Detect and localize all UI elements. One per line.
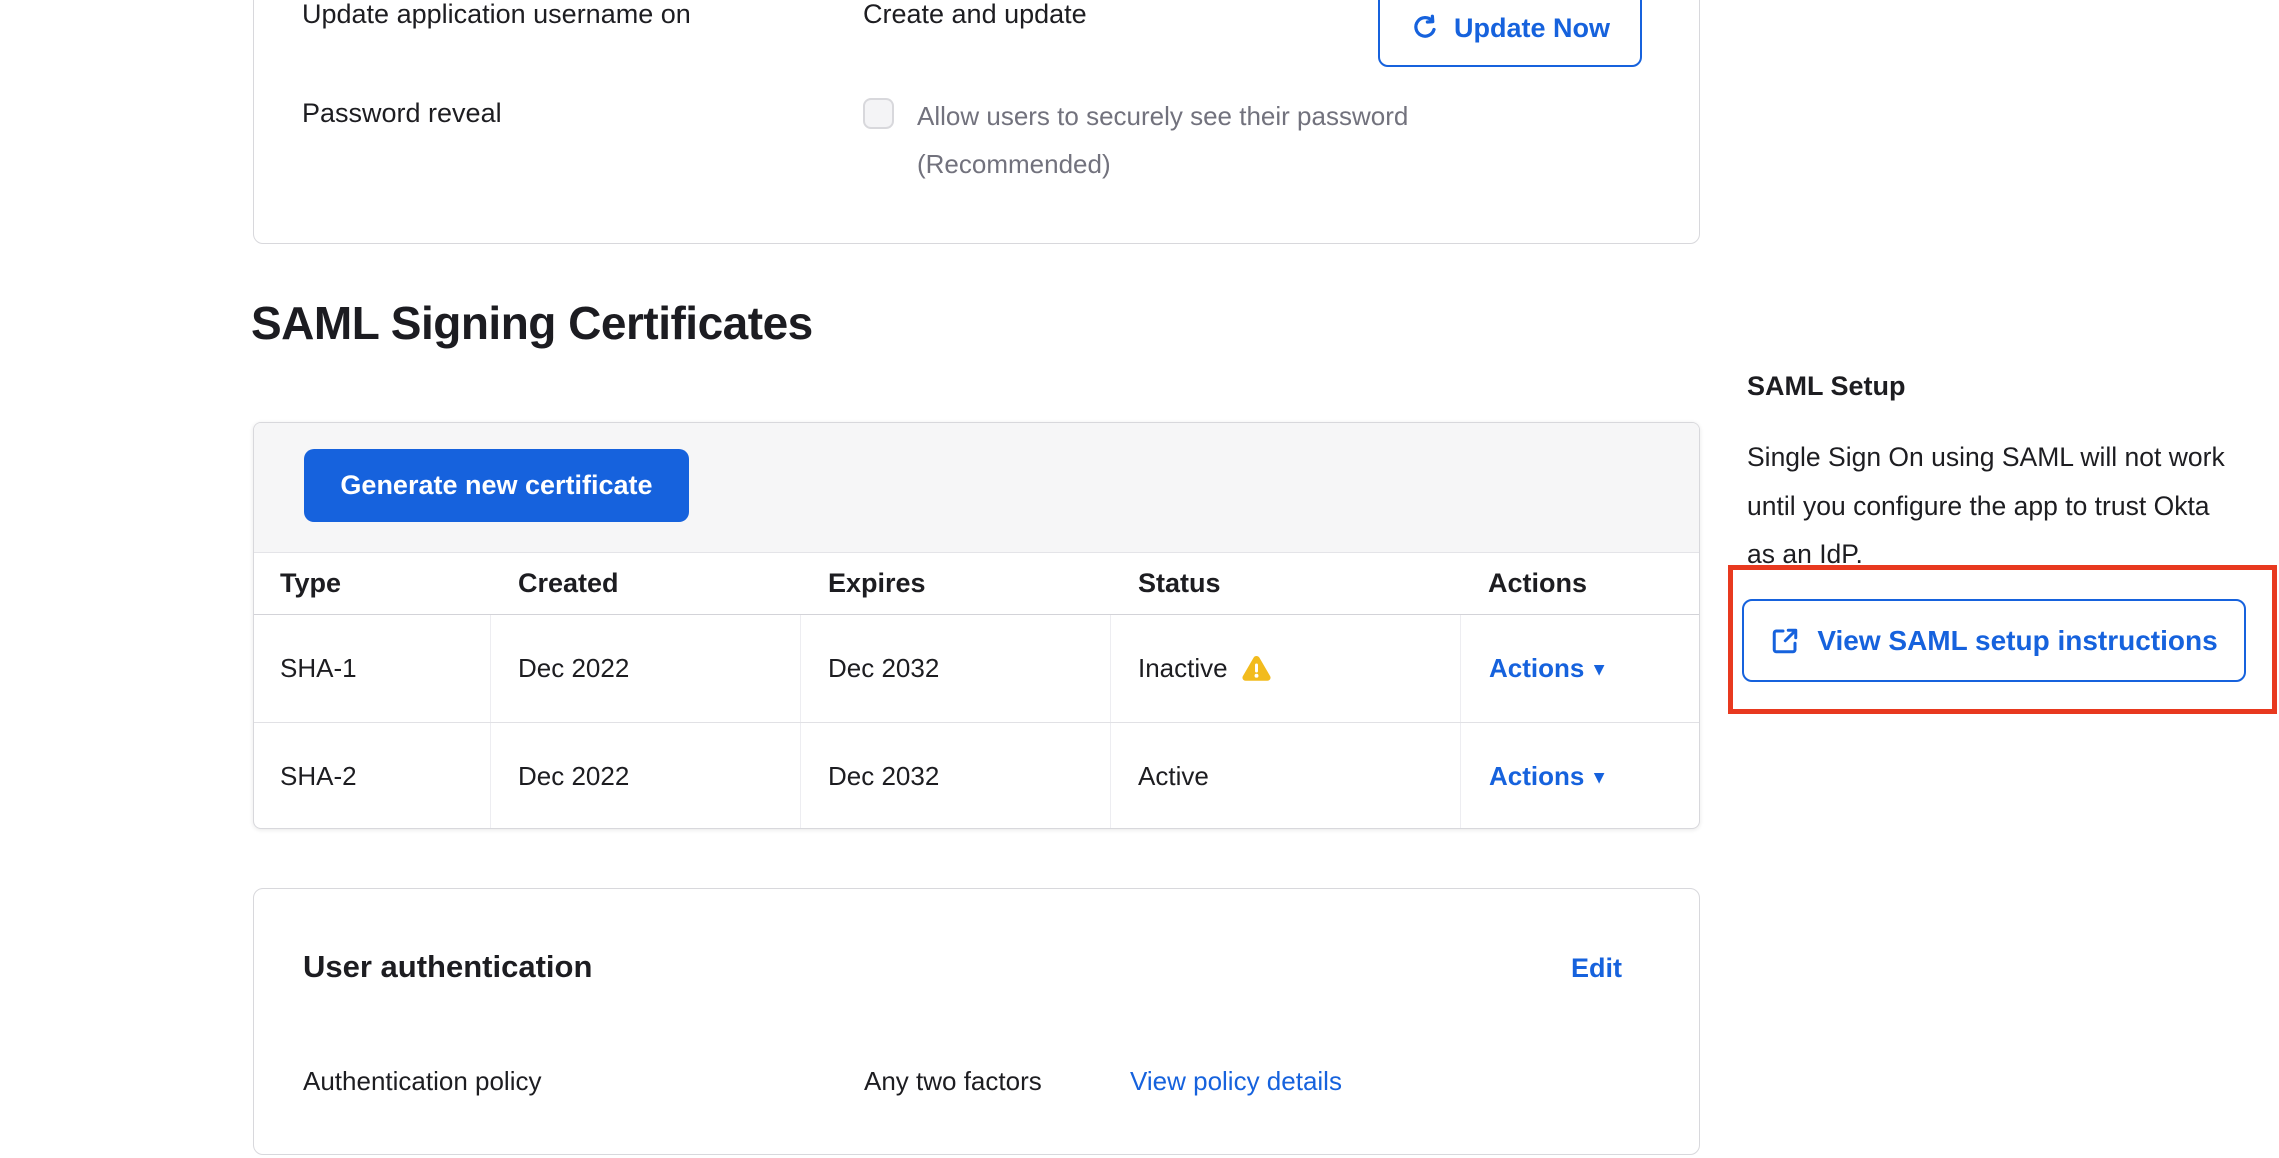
edit-link[interactable]: Edit [1571, 953, 1622, 984]
password-reveal-label: Password reveal [302, 98, 502, 129]
cell-actions: Actions ▾ [1461, 615, 1700, 722]
user-authentication-card: User authentication Edit Authentication … [253, 888, 1700, 1155]
cell-type: SHA-1 [254, 615, 491, 722]
saml-setup-heading: SAML Setup [1747, 371, 1906, 402]
password-reveal-help-line1: Allow users to securely see their passwo… [917, 101, 1408, 132]
view-saml-instructions-label: View SAML setup instructions [1817, 625, 2217, 657]
col-header-expires: Expires [801, 568, 1111, 599]
password-reveal-checkbox[interactable] [863, 98, 894, 129]
cell-status: Active [1111, 723, 1461, 829]
refresh-icon [1410, 13, 1440, 43]
user-authentication-heading: User authentication [303, 949, 592, 985]
actions-dropdown[interactable]: Actions ▾ [1461, 653, 1604, 684]
cell-status: Inactive [1111, 615, 1461, 722]
col-header-actions: Actions [1461, 568, 1700, 599]
saml-certificates-card: Generate new certificate Type Created Ex… [253, 422, 1700, 829]
table-row-sha2: SHA-2 Dec 2022 Dec 2032 Active Actions ▾ [254, 723, 1699, 829]
caret-down-icon: ▾ [1594, 658, 1604, 681]
cell-actions: Actions ▾ [1461, 723, 1700, 829]
cell-created: Dec 2022 [491, 615, 801, 722]
authentication-policy-value: Any two factors [864, 1066, 1042, 1097]
status-text: Active [1138, 761, 1209, 792]
update-now-label: Update Now [1454, 13, 1610, 44]
view-saml-instructions-button[interactable]: View SAML setup instructions [1742, 599, 2246, 682]
red-highlight-box: View SAML setup instructions [1728, 565, 2277, 714]
saml-setup-description: Single Sign On using SAML will not work … [1747, 433, 2232, 579]
col-header-created: Created [491, 568, 801, 599]
col-header-type: Type [254, 568, 491, 599]
cell-created: Dec 2022 [491, 723, 801, 829]
authentication-policy-label: Authentication policy [303, 1066, 541, 1097]
col-header-status: Status [1111, 568, 1461, 599]
external-link-icon [1770, 626, 1800, 656]
provisioning-panel: Update application username on Create an… [253, 0, 1700, 244]
cell-expires: Dec 2032 [801, 615, 1111, 722]
actions-label: Actions [1489, 761, 1584, 792]
username-update-label: Update application username on [302, 0, 691, 30]
status-text: Inactive [1138, 653, 1228, 684]
password-reveal-help-line2: (Recommended) [917, 149, 1111, 180]
table-row-sha1: SHA-1 Dec 2022 Dec 2032 Inactive Actions… [254, 615, 1699, 723]
certificates-toolbar: Generate new certificate [254, 423, 1699, 553]
page-title: SAML Signing Certificates [251, 296, 813, 350]
warning-triangle-icon [1241, 653, 1272, 684]
caret-down-icon: ▾ [1594, 766, 1604, 789]
username-update-value: Create and update [863, 0, 1087, 30]
view-policy-details-link[interactable]: View policy details [1130, 1066, 1342, 1097]
cell-expires: Dec 2032 [801, 723, 1111, 829]
update-now-button[interactable]: Update Now [1378, 0, 1642, 67]
generate-certificate-button[interactable]: Generate new certificate [304, 449, 689, 522]
cell-type: SHA-2 [254, 723, 491, 829]
actions-dropdown[interactable]: Actions ▾ [1461, 761, 1604, 792]
certificates-table-header: Type Created Expires Status Actions [254, 553, 1699, 615]
actions-label: Actions [1489, 653, 1584, 684]
